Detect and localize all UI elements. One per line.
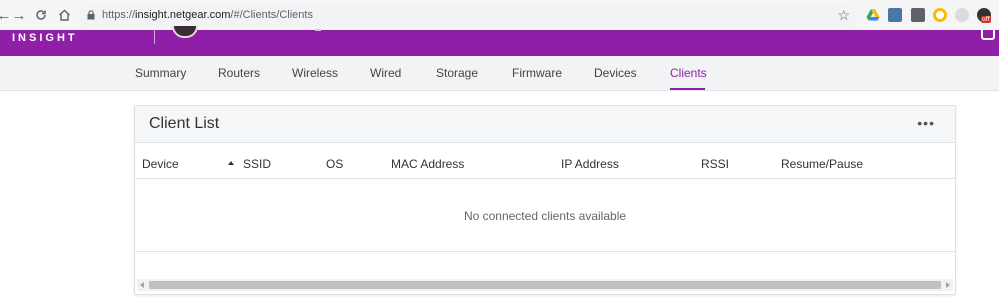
more-options-icon[interactable]: ••• — [917, 115, 935, 131]
tab-firmware[interactable]: Firmware — [512, 66, 562, 80]
image-extension-icon[interactable] — [888, 8, 902, 22]
app-header: INSIGHT — [0, 26, 999, 56]
header-divider — [154, 30, 155, 44]
forward-icon[interactable]: → — [11, 7, 27, 23]
chrome-extension-icon[interactable] — [933, 8, 947, 22]
browser-toolbar: ← → https://insight.netgear.com/#/Client… — [0, 0, 999, 30]
empty-message: No connected clients available — [463, 209, 627, 223]
avatar[interactable] — [172, 26, 198, 38]
column-header-os[interactable]: OS — [326, 157, 343, 171]
tab-storage[interactable]: Storage — [436, 66, 478, 80]
brand-logo[interactable]: INSIGHT — [12, 32, 78, 44]
tab-routers[interactable]: Routers — [218, 66, 260, 80]
chart-extension-icon[interactable] — [911, 8, 925, 22]
tab-wired[interactable]: Wired — [370, 66, 401, 80]
account-name-fragment — [315, 27, 321, 31]
column-header-ip-address[interactable]: IP Address — [561, 157, 619, 171]
tab-clients[interactable]: Clients — [670, 66, 707, 80]
url-text: https://insight.netgear.com/#/Clients/Cl… — [102, 9, 313, 21]
scroll-right-icon[interactable] — [946, 282, 950, 288]
address-bar[interactable]: https://insight.netgear.com/#/Clients/Cl… — [78, 4, 858, 27]
active-tab-indicator — [670, 88, 705, 90]
main-content: Client List ••• Device SSID OS MAC Addre… — [0, 91, 999, 297]
profile-extension-icon[interactable]: off — [977, 8, 991, 23]
column-header-ssid[interactable]: SSID — [243, 157, 271, 171]
url-path: /#/Clients/Clients — [230, 9, 313, 21]
sort-ascending-icon[interactable] — [228, 161, 234, 165]
client-list-card: Client List ••• Device SSID OS MAC Addre… — [134, 105, 956, 295]
tab-wireless[interactable]: Wireless — [292, 66, 338, 80]
tab-summary[interactable]: Summary — [135, 66, 186, 80]
card-title: Client List — [149, 115, 220, 132]
empty-state: No connected clients available — [135, 180, 955, 252]
column-header-device[interactable]: Device — [142, 157, 179, 171]
column-header-mac-address[interactable]: MAC Address — [391, 157, 464, 171]
home-icon[interactable] — [56, 7, 72, 23]
url-scheme: https:// — [102, 9, 136, 21]
google-drive-icon[interactable] — [866, 8, 880, 22]
bookmark-star-icon[interactable]: ☆ — [837, 7, 850, 24]
card-header: Client List ••• — [135, 106, 955, 143]
tab-devices[interactable]: Devices — [594, 66, 637, 80]
lock-icon — [87, 10, 95, 20]
tab-bar: Summary Routers Wireless Wired Storage F… — [0, 56, 999, 91]
table-header: Device SSID OS MAC Address IP Address RS… — [135, 143, 955, 179]
column-header-resume-pause[interactable]: Resume/Pause — [781, 157, 863, 171]
off-badge: off — [981, 16, 991, 23]
reload-icon[interactable] — [33, 7, 49, 23]
column-header-rssi[interactable]: RSSI — [701, 157, 729, 171]
scrollbar-thumb[interactable] — [149, 281, 941, 289]
url-host: insight.netgear.com — [135, 9, 231, 21]
cloud-extension-icon[interactable] — [955, 8, 969, 22]
scroll-left-icon[interactable] — [140, 282, 144, 288]
notification-icon[interactable] — [981, 28, 995, 40]
horizontal-scrollbar[interactable] — [137, 279, 953, 291]
